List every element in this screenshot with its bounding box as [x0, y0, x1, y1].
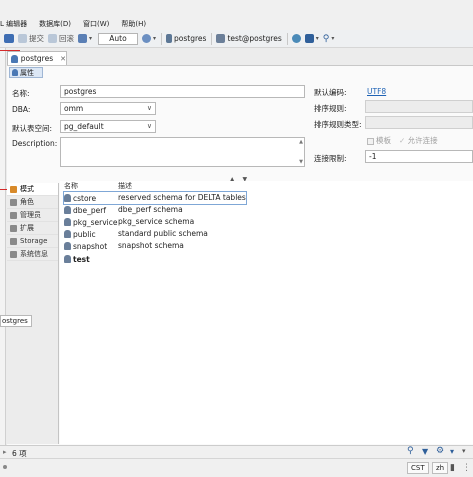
main-toolbar: 提交 回滚 ▾ Auto ▾ postgres test@postgres ▾ …: [0, 30, 473, 48]
menu-database[interactable]: 数据库(D): [39, 18, 71, 30]
network-icon: [291, 34, 301, 43]
status-indicator-icon: [3, 465, 7, 469]
encoding-label: 默认编码:: [314, 88, 347, 97]
menu-sql-editor[interactable]: L 编辑器: [0, 18, 27, 30]
table-row[interactable]: snapshot snapshot schema: [60, 240, 473, 252]
schema-table: 名称 描述 cstore reserved schema for DELTA t…: [60, 181, 473, 444]
filter-icon[interactable]: ▼: [422, 447, 428, 456]
commit-button[interactable]: 提交: [18, 33, 44, 44]
tab-system-info[interactable]: 系统信息: [7, 248, 58, 261]
commit-icon: [18, 34, 27, 43]
schema-icon: [64, 206, 71, 214]
table-row[interactable]: pkg_service pkg_service schema: [60, 216, 473, 228]
menu-window[interactable]: 窗口(W): [83, 18, 109, 30]
table-row[interactable]: test: [60, 253, 473, 265]
tab-properties[interactable]: 属性: [9, 67, 43, 78]
check-icon: ✓: [399, 136, 408, 145]
connection-limit-field[interactable]: -1: [365, 150, 473, 163]
toolbar-divider: [286, 32, 288, 45]
info-icon: [10, 250, 17, 258]
tablespace-label: 默认表空间:: [12, 124, 53, 133]
ctype-field: [365, 116, 473, 129]
name-field[interactable]: postgres: [60, 85, 305, 98]
dashboard-button[interactable]: ▾: [304, 34, 319, 43]
connection-limit-label: 连接限制:: [314, 154, 347, 163]
schema-icon: [64, 218, 71, 226]
dba-select[interactable]: omm: [60, 102, 156, 115]
search-icon: ⚲: [322, 33, 330, 44]
datasource-icon: [166, 34, 173, 43]
gear-icon[interactable]: ⚙: [436, 446, 444, 456]
tablespace-select[interactable]: pg_default: [60, 120, 156, 133]
tab-administrators[interactable]: 管理员: [7, 209, 58, 222]
tab-roles[interactable]: 角色: [7, 196, 58, 209]
app-status-bar: CST zh ▮ ⋮: [0, 458, 473, 477]
role-icon: [10, 198, 17, 206]
encoding-link[interactable]: UTF8: [367, 87, 386, 96]
tab-extensions[interactable]: 扩展: [7, 222, 58, 235]
extension-icon: [10, 224, 17, 232]
toolbar-divider: [211, 32, 213, 45]
column-header-name[interactable]: 名称: [64, 181, 78, 192]
menu-help[interactable]: 帮助(H): [121, 18, 146, 30]
editor-tab-postgres[interactable]: postgres ✕: [7, 51, 67, 65]
notification-icon[interactable]: ▮: [450, 463, 455, 473]
admin-icon: [10, 211, 17, 219]
name-label: 名称:: [12, 89, 30, 98]
dba-label: DBA:: [12, 105, 31, 114]
column-header-description[interactable]: 描述: [118, 181, 132, 192]
locale-badge[interactable]: zh: [432, 462, 449, 474]
schema-icon: [64, 255, 71, 263]
schema-icon: [64, 194, 71, 202]
scroll-down-icon[interactable]: ▼: [299, 159, 303, 165]
description-field[interactable]: ▲ ▼: [60, 137, 305, 167]
table-status-bar: ▸ 6 项 ⚲ ▼ ⚙ ▾ ▾: [0, 445, 473, 458]
template-checkbox[interactable]: 模板: [367, 135, 391, 146]
tab-storage[interactable]: Storage: [7, 235, 58, 248]
menu-bar: L 编辑器 数据库(D) 窗口(W) 帮助(H): [0, 0, 473, 30]
database-icon: [11, 54, 18, 63]
ctype-label: 排序规则类型:: [314, 120, 362, 129]
sql-editor-button[interactable]: [4, 34, 14, 43]
timezone-badge: CST: [407, 462, 429, 474]
storage-icon: [10, 237, 17, 245]
template-checkbox-box[interactable]: [367, 137, 374, 145]
rollback-button[interactable]: 回滚: [48, 33, 74, 44]
scroll-up-icon[interactable]: ▲: [299, 139, 303, 145]
rollback-icon: [48, 34, 57, 43]
vertical-tab-list: 模式 角色 管理员 扩展 Storage 系统信息: [7, 183, 59, 444]
commit-mode-box[interactable]: Auto: [98, 32, 139, 45]
search-icon[interactable]: ⚲: [407, 446, 414, 456]
properties-icon: [12, 69, 18, 76]
menu-icon[interactable]: ⋮: [462, 463, 471, 473]
search-button[interactable]: ⚲ ▾: [323, 34, 335, 44]
datasource-selector[interactable]: postgres: [166, 34, 206, 43]
connection-selector[interactable]: test@postgres: [216, 34, 282, 43]
collapse-icon[interactable]: ▸: [3, 448, 7, 456]
schema-icon: [64, 230, 71, 238]
schema-icon: [64, 242, 71, 250]
collation-field: [365, 100, 473, 113]
network-button[interactable]: [291, 34, 301, 43]
table-row[interactable]: public standard public schema: [60, 228, 473, 240]
collation-label: 排序规则:: [314, 104, 347, 113]
chevron-down-icon[interactable]: ▾: [462, 447, 466, 455]
table-row[interactable]: cstore reserved schema for DELTA tables: [60, 191, 473, 205]
allow-connection-checkbox[interactable]: ✓ 允许连接: [399, 135, 438, 146]
tooltip: ostgres: [0, 315, 32, 327]
tab-schemas[interactable]: 模式: [7, 183, 58, 196]
table-row[interactable]: dbe_perf dbe_perf schema: [60, 204, 473, 216]
download-icon[interactable]: ▾: [450, 447, 454, 456]
history-icon: [142, 34, 152, 43]
dashboard-icon: [304, 34, 314, 43]
sql-icon: [4, 34, 14, 43]
schema-icon: [10, 185, 17, 193]
description-label: Description:: [12, 139, 58, 148]
close-icon[interactable]: ✕: [60, 55, 66, 63]
toolbar-divider: [161, 32, 163, 45]
transaction-mode-button[interactable]: ▾: [78, 34, 92, 43]
history-button[interactable]: ▾: [142, 34, 156, 43]
transaction-icon: [78, 34, 87, 43]
schema-icon: [216, 34, 226, 43]
